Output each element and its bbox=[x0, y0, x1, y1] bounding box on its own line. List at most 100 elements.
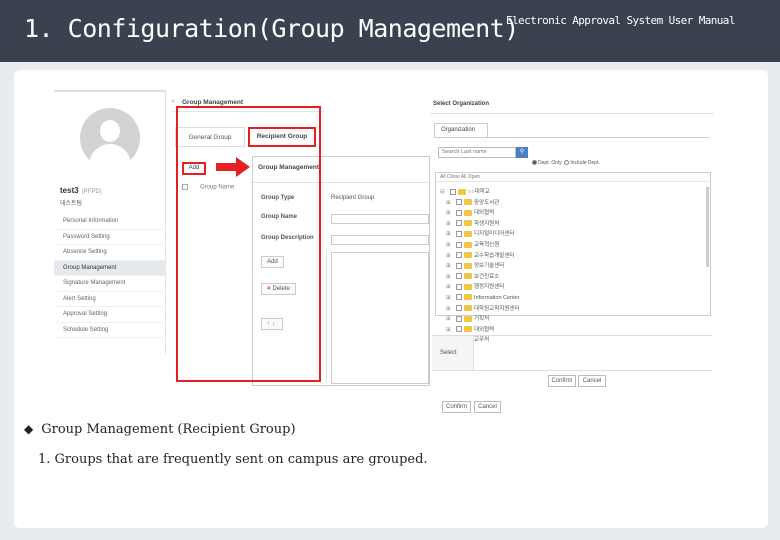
expand-icon[interactable]: ⊞ bbox=[446, 293, 456, 303]
menu-password-setting[interactable]: Password Setting bbox=[54, 230, 166, 245]
tree-node-label: 교육혁신원 bbox=[474, 241, 500, 248]
group-management-panel: ‹ Group Management General Group Recipie… bbox=[172, 90, 324, 162]
tree-node-checkbox[interactable] bbox=[456, 283, 462, 290]
group-name-input[interactable] bbox=[331, 214, 429, 224]
tree-node-checkbox[interactable] bbox=[456, 305, 462, 312]
tree-expand-controls[interactable]: All Close All Open bbox=[436, 173, 710, 182]
expand-icon[interactable]: ⊞ bbox=[446, 282, 456, 292]
tree-node-checkbox[interactable] bbox=[456, 326, 462, 333]
add-group-button[interactable]: Add bbox=[182, 162, 206, 175]
collapse-icon[interactable]: ⊟ bbox=[440, 187, 450, 197]
group-type-label: Group Type bbox=[261, 195, 295, 201]
tree-node[interactable]: ⊞ 정보기술센터 bbox=[436, 261, 520, 272]
user-name: test3 bbox=[60, 186, 79, 195]
tree-node-label: Information Center bbox=[474, 294, 520, 301]
detail-title: Group Management bbox=[258, 164, 320, 171]
tab-recipient-group[interactable]: Recipient Group bbox=[248, 127, 316, 147]
tree-node[interactable]: ⊞ 디지털미디어센터 bbox=[436, 229, 520, 240]
tree-node-checkbox[interactable] bbox=[456, 273, 462, 280]
tree-node-checkbox[interactable] bbox=[456, 230, 462, 237]
tree-node-label: 행정지원센터 bbox=[474, 284, 505, 291]
group-description-input[interactable] bbox=[331, 235, 429, 245]
dept-radio-group: Dept. Only Include Dept. bbox=[532, 160, 600, 166]
tab-organization[interactable]: Organization bbox=[434, 123, 488, 137]
menu-group-management[interactable]: Group Management bbox=[54, 260, 166, 276]
select-all-checkbox[interactable] bbox=[182, 184, 188, 190]
tree-node-label: 중앙도서관 bbox=[474, 199, 500, 206]
expand-icon[interactable]: ⊞ bbox=[446, 304, 456, 314]
search-input[interactable]: Search Last name bbox=[438, 147, 516, 158]
tree-node-label: ○○대학교 bbox=[468, 189, 490, 195]
group-type-value: Recipient Group bbox=[331, 195, 375, 201]
expand-icon[interactable]: ⊞ bbox=[446, 208, 456, 218]
tree-node[interactable]: ⊞ 대학원교학지원센터 bbox=[436, 304, 520, 315]
confirm-button[interactable]: Confirm bbox=[442, 401, 471, 413]
expand-icon[interactable]: ⊞ bbox=[446, 198, 456, 208]
tree-scrollbar[interactable] bbox=[706, 187, 709, 267]
search-icon[interactable]: ⚲ bbox=[516, 147, 528, 158]
expand-icon[interactable]: ⊞ bbox=[446, 272, 456, 282]
tree-node[interactable]: ⊞ 기획처 bbox=[436, 314, 520, 325]
menu-signature-management[interactable]: Signature Management bbox=[54, 276, 166, 292]
tree-node[interactable]: ⊞ 학생지원처 bbox=[436, 219, 520, 230]
organization-tree: All Close All Open ⊟ ○○대학교 ⊞ 중앙도서관 ⊞ 대외협력 ⊞ 학생지… bbox=[435, 172, 711, 343]
expand-icon[interactable]: ⊞ bbox=[446, 219, 456, 229]
group-members-box[interactable] bbox=[331, 252, 429, 384]
tree-node-label: 학생지원처 bbox=[474, 220, 500, 227]
group-name-label: Group Name bbox=[261, 214, 298, 220]
folder-icon bbox=[458, 188, 466, 195]
select-organization-dialog: Select Organization Organization Search … bbox=[430, 97, 714, 417]
tree-node[interactable]: ⊟ ○○대학교 bbox=[436, 187, 520, 198]
menu-personal-information[interactable]: Personal Information bbox=[54, 214, 166, 230]
tree-node[interactable]: ⊞ 보건진료소 bbox=[436, 272, 520, 283]
group-management-title: Group Management bbox=[182, 99, 244, 106]
tree-node-checkbox[interactable] bbox=[450, 188, 456, 195]
tree-node[interactable]: ⊞ 행정지원센터 bbox=[436, 282, 520, 293]
dept-only-radio[interactable] bbox=[532, 160, 537, 166]
include-dept-label: Include Dept. bbox=[570, 160, 600, 166]
dialog-cancel-button[interactable]: Cancel bbox=[578, 375, 606, 387]
expand-icon[interactable]: ⊞ bbox=[446, 251, 456, 261]
tree-node[interactable]: ⊞ 대외협력 bbox=[436, 208, 520, 219]
folder-icon bbox=[464, 230, 472, 237]
chevron-left-icon[interactable]: ‹ bbox=[172, 98, 174, 105]
dialog-title: Select Organization bbox=[433, 101, 490, 107]
menu-approval-setting[interactable]: Approval Setting bbox=[54, 307, 166, 323]
delete-member-button[interactable]: × Delete bbox=[261, 283, 296, 295]
tree-node[interactable]: ⊞ 중앙도서관 bbox=[436, 198, 520, 209]
expand-icon[interactable]: ⊞ bbox=[446, 240, 456, 250]
expand-icon[interactable]: ⊞ bbox=[446, 325, 456, 335]
tree-node-checkbox[interactable] bbox=[456, 209, 462, 216]
menu-schedule-setting[interactable]: Schedule Setting bbox=[54, 323, 166, 338]
dept-only-label: Dept. Only bbox=[538, 160, 562, 166]
menu-absence-setting[interactable]: Absence Setting bbox=[54, 245, 166, 261]
tree-node[interactable]: ⊞ 대외협력 bbox=[436, 325, 520, 336]
expand-icon[interactable]: ⊞ bbox=[446, 229, 456, 239]
move-up-down-button[interactable]: ↑↓ bbox=[261, 318, 283, 330]
tree-node-checkbox[interactable] bbox=[456, 315, 462, 322]
expand-icon[interactable]: ⊞ bbox=[446, 261, 456, 271]
tree-node-label: 대외협력 bbox=[474, 326, 495, 333]
folder-icon bbox=[464, 326, 472, 333]
tab-general-group[interactable]: General Group bbox=[175, 127, 245, 147]
add-member-button[interactable]: Add bbox=[261, 256, 284, 268]
tree-node-checkbox[interactable] bbox=[456, 220, 462, 227]
tree-node-checkbox[interactable] bbox=[456, 241, 462, 248]
tree-node-checkbox[interactable] bbox=[456, 252, 462, 259]
expand-icon[interactable]: ⊞ bbox=[446, 314, 456, 324]
dialog-divider bbox=[430, 113, 714, 114]
arrow-right-icon bbox=[216, 157, 250, 177]
folder-icon bbox=[464, 294, 472, 301]
menu-alert-setting[interactable]: Alert Setting bbox=[54, 292, 166, 307]
tree-node-checkbox[interactable] bbox=[456, 294, 462, 301]
tree-node[interactable]: ⊞ 교수학습개발센터 bbox=[436, 251, 520, 262]
include-dept-radio[interactable] bbox=[564, 160, 570, 166]
cancel-button[interactable]: Cancel bbox=[474, 401, 501, 413]
tree-node[interactable]: ⊞ Information Center bbox=[436, 293, 520, 304]
dialog-confirm-button[interactable]: Confirm bbox=[548, 375, 576, 387]
tree-node-checkbox[interactable] bbox=[456, 199, 462, 206]
tree-node-checkbox[interactable] bbox=[456, 262, 462, 269]
group-name-column: Group Name bbox=[200, 184, 235, 191]
tree-node[interactable]: ⊞ 교육혁신원 bbox=[436, 240, 520, 251]
user-name-line: test3 (PFPD) bbox=[60, 186, 102, 195]
